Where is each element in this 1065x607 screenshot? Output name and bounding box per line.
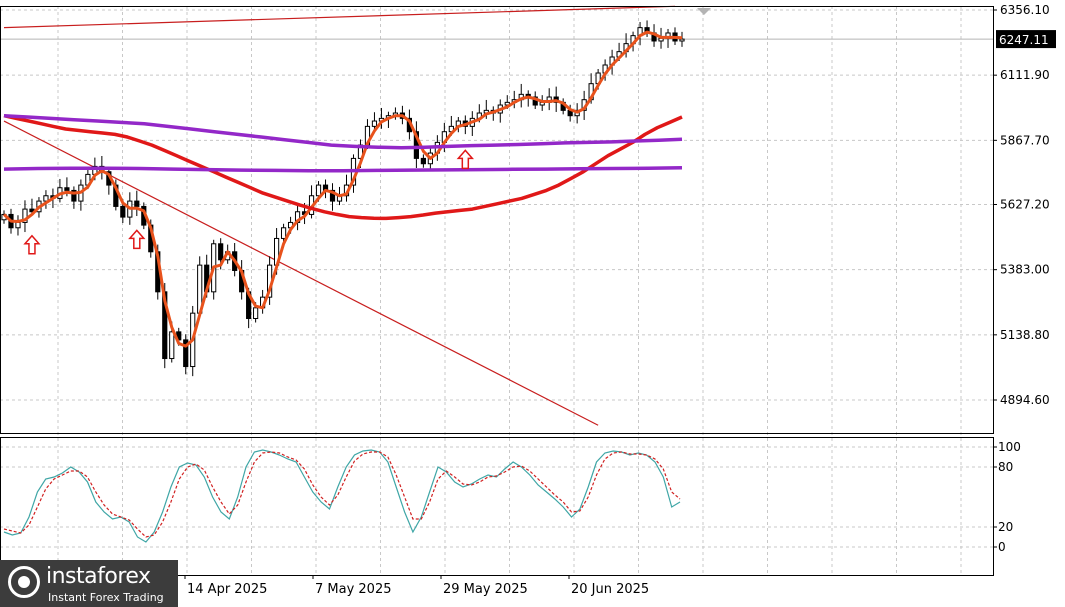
moving-averages — [2, 30, 683, 348]
candle — [329, 183, 336, 211]
oscillator-axis: 100 80 20 0 — [993, 440, 1021, 554]
buy-arrow-icon — [23, 234, 41, 255]
date-tick-label: 20 Jun 2025 — [571, 582, 649, 597]
candle — [308, 185, 315, 219]
candle — [420, 154, 426, 168]
candle — [322, 179, 329, 199]
candle — [106, 167, 112, 195]
candle — [78, 179, 84, 211]
logo-tagline: Instant Forex Trading — [48, 591, 164, 604]
osc-tick-label: 80 — [998, 460, 1013, 474]
instaforex-logo: instaforex Instant Forex Trading — [0, 560, 178, 607]
candles — [1, 20, 685, 377]
main-line — [3, 449, 681, 543]
candle — [679, 31, 685, 47]
candle — [413, 121, 419, 169]
price-tick-label: 5627.20 — [1000, 198, 1050, 212]
price-chart: 6356.10 6111.90 5867.70 5627.20 5383.00 5138.… — [0, 3, 1056, 597]
candle — [22, 200, 28, 233]
osc-frame — [0, 437, 994, 576]
osc-tick-label: 100 — [998, 440, 1021, 454]
logo-name: instaforex — [46, 564, 151, 589]
candle — [15, 215, 21, 236]
price-tick-label: 6356.10 — [1000, 3, 1050, 17]
price-tick-label: 5867.70 — [1000, 133, 1050, 147]
price-tick-label: 5138.80 — [1000, 328, 1050, 342]
candle — [539, 95, 545, 111]
buy-arrow-icon — [456, 149, 474, 170]
grid-lines — [0, 6, 993, 575]
price-tick-label: 6111.90 — [1000, 68, 1050, 82]
price-tick-label: 4894.60 — [1000, 393, 1050, 407]
candle — [43, 190, 49, 209]
signal-line — [3, 451, 681, 538]
current-price-label: 6247.11 — [999, 33, 1049, 47]
main-frame — [0, 6, 994, 434]
chart-frame — [0, 6, 994, 576]
oscillator-panel — [3, 449, 681, 543]
osc-tick-label: 0 — [998, 540, 1006, 554]
candle — [518, 83, 524, 108]
candle — [71, 186, 77, 209]
candle — [511, 90, 517, 109]
osc-tick-label: 20 — [998, 520, 1013, 534]
candle — [134, 190, 140, 217]
date-tick-label: 7 May 2025 — [315, 582, 392, 597]
logo-icon — [8, 566, 40, 598]
date-axis: 14 Apr 2025 7 May 2025 29 May 2025 20 Jun 2… — [184, 575, 649, 597]
candle — [546, 88, 552, 111]
date-tick-label: 14 Apr 2025 — [187, 582, 267, 597]
buy-arrow-icon — [128, 229, 146, 250]
fast-ma-line — [2, 30, 683, 348]
candle — [294, 204, 301, 231]
shift-marker-icon — [697, 8, 711, 15]
date-tick-label: 29 May 2025 — [443, 582, 528, 597]
lower-ma-line — [3, 165, 683, 173]
price-tick-label: 5383.00 — [1000, 263, 1050, 277]
price-axis: 6356.10 6111.90 5867.70 5627.20 5383.00 5138.… — [993, 3, 1050, 407]
